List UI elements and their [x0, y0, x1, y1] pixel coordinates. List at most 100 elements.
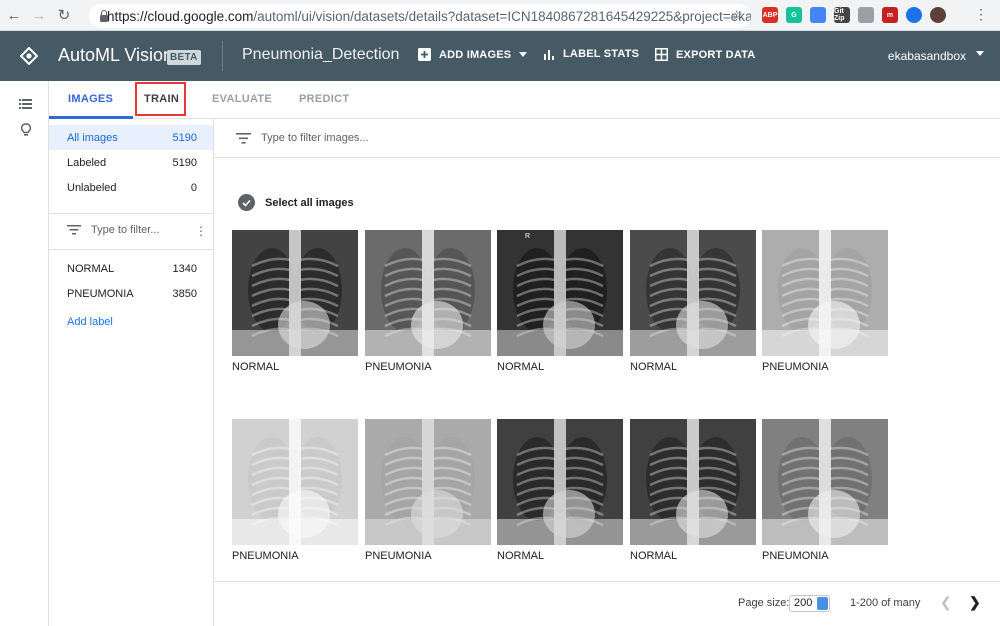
xray-marker: R [525, 233, 530, 240]
xray-thumbnail[interactable] [232, 230, 358, 356]
label-stats-button[interactable]: LABEL STATS [543, 48, 639, 60]
tab-bar: IMAGES TRAIN EVALUATE PREDICT [49, 81, 1000, 119]
page-size-label: Page size: [738, 597, 790, 609]
label-count: 3850 [172, 288, 197, 300]
image-tile[interactable]: NORMAL [630, 230, 756, 373]
image-label: PNEUMONIA [365, 361, 432, 373]
account-selector[interactable]: ekabasandbox [888, 49, 966, 63]
sidebar-divider [49, 249, 213, 250]
image-tile[interactable]: R NORMAL [497, 230, 623, 373]
label-filter[interactable]: Type to filter... ⋮ [67, 224, 207, 238]
adblock-icon[interactable]: ABP [762, 7, 778, 23]
label-item-pneumonia[interactable]: PNEUMONIA 3850 [67, 288, 197, 300]
bookmark-star-icon[interactable]: ☆ [730, 7, 743, 24]
filter-unlabeled[interactable]: Unlabeled 0 [49, 175, 213, 200]
export-data-button[interactable]: EXPORT DATA [655, 48, 755, 61]
gitzip-icon[interactable]: Git Zip [834, 7, 850, 23]
tab-evaluate[interactable]: EVALUATE [212, 93, 272, 105]
more-vert-icon[interactable]: ⋮ [195, 224, 207, 238]
add-box-icon [418, 48, 431, 61]
next-page-icon[interactable]: ❯ [969, 594, 981, 611]
image-filter-input[interactable] [261, 132, 661, 144]
extension-blue-icon[interactable] [810, 7, 826, 23]
label-stats-label: LABEL STATS [563, 48, 640, 60]
image-ext-icon[interactable] [858, 7, 874, 23]
reload-icon[interactable]: ↻ [53, 4, 75, 26]
tab-predict[interactable]: PREDICT [299, 93, 349, 105]
xray-thumbnail[interactable] [762, 230, 888, 356]
xray-image [762, 230, 888, 356]
image-label: NORMAL [630, 361, 678, 373]
xray-thumbnail[interactable] [630, 230, 756, 356]
previous-page-icon[interactable]: ❮ [940, 594, 952, 611]
image-tile[interactable]: NORMAL [630, 419, 756, 562]
page-size-value: 200 [794, 597, 813, 609]
image-label: PNEUMONIA [365, 550, 432, 562]
image-label: PNEUMONIA [232, 550, 299, 562]
image-tile[interactable]: PNEUMONIA [365, 230, 491, 373]
image-label: NORMAL [630, 550, 678, 562]
train-tab-highlight [135, 82, 186, 116]
xray-image [497, 419, 623, 545]
label-item-normal[interactable]: NORMAL 1340 [67, 263, 197, 275]
label-sidebar: All images 5190 Labeled 5190 Unlabeled 0… [49, 119, 214, 626]
check-circle-icon[interactable] [238, 194, 255, 211]
label-filter-placeholder: Type to filter... [91, 224, 160, 236]
address-bar[interactable]: https://cloud.google.com/automl/ui/visio… [89, 4, 751, 28]
url-host: https://cloud.google.com [107, 8, 254, 24]
filter-label: All images [67, 131, 118, 144]
beta-badge: BETA [167, 50, 201, 65]
image-label: NORMAL [232, 361, 280, 373]
xray-thumbnail[interactable] [497, 419, 623, 545]
lightbulb-icon[interactable] [21, 123, 31, 137]
select-all-images[interactable]: Select all images [238, 194, 354, 211]
automl-logo-icon[interactable] [20, 47, 38, 65]
image-label: PNEUMONIA [762, 550, 829, 562]
grid-icon [655, 48, 668, 61]
tab-images[interactable]: IMAGES [68, 93, 113, 105]
profile-avatar-icon[interactable] [930, 7, 946, 23]
browser-menu-icon[interactable]: ⋮ [974, 6, 988, 23]
filter-all-images[interactable]: All images 5190 [49, 125, 213, 150]
select-all-label: Select all images [265, 196, 354, 209]
image-tile[interactable]: PNEUMONIA [762, 419, 888, 562]
image-tile[interactable]: PNEUMONIA [365, 419, 491, 562]
circle-ext-icon[interactable] [906, 7, 922, 23]
image-tile[interactable]: NORMAL [232, 230, 358, 373]
label-count: 1340 [172, 263, 197, 275]
filter-label: Labeled [67, 156, 107, 169]
chevron-down-icon [519, 52, 528, 57]
xray-thumbnail[interactable] [762, 419, 888, 545]
xray-thumbnail[interactable] [365, 419, 491, 545]
add-label-link[interactable]: Add label [67, 316, 113, 328]
filter-label: Unlabeled [67, 181, 117, 194]
export-data-label: EXPORT DATA [676, 48, 756, 61]
label-name: PNEUMONIA [67, 288, 134, 300]
grammarly-icon[interactable]: G [786, 7, 802, 23]
xray-image [365, 419, 491, 545]
page-size-select[interactable]: 200 [789, 595, 830, 612]
account-chevron-icon[interactable] [976, 51, 984, 56]
stepper-icon [817, 597, 828, 610]
image-tile[interactable]: NORMAL [497, 419, 623, 562]
add-images-button[interactable]: ADD IMAGES [418, 48, 528, 61]
filter-count: 5190 [172, 156, 197, 169]
m-ext-icon[interactable]: m [882, 7, 898, 23]
image-tile[interactable]: PNEUMONIA [762, 230, 888, 373]
xray-image [630, 230, 756, 356]
xray-thumbnail[interactable]: R [497, 230, 623, 356]
header-divider [222, 41, 223, 71]
back-arrow-icon[interactable]: ← [3, 4, 25, 26]
xray-image [232, 419, 358, 545]
filter-count: 5190 [172, 131, 197, 144]
xray-thumbnail[interactable] [630, 419, 756, 545]
forward-arrow-icon[interactable]: → [28, 4, 50, 26]
xray-thumbnail[interactable] [365, 230, 491, 356]
filter-icon [236, 132, 251, 144]
image-tile[interactable]: PNEUMONIA [232, 419, 358, 562]
extension-label: Git Zip [834, 8, 845, 22]
list-icon[interactable] [19, 99, 32, 109]
filter-labeled[interactable]: Labeled 5190 [49, 150, 213, 175]
add-images-label: ADD IMAGES [439, 48, 512, 61]
xray-thumbnail[interactable] [232, 419, 358, 545]
